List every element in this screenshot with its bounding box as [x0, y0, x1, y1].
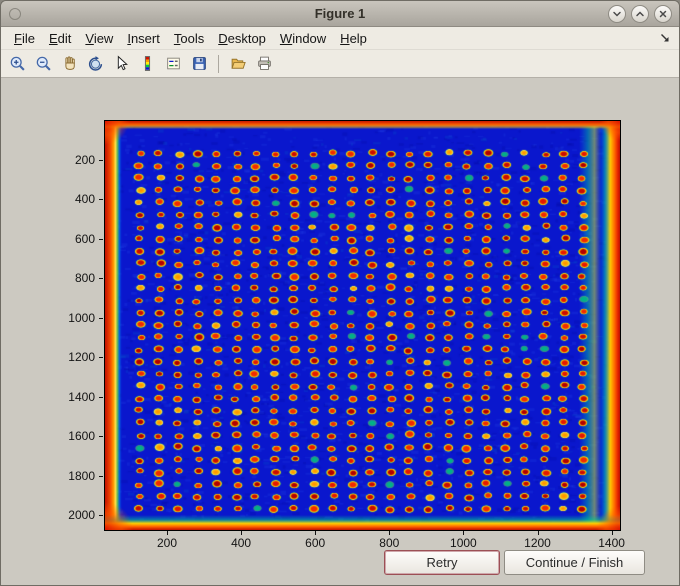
titlebar[interactable]: Figure 1: [1, 1, 679, 27]
colorbar-icon: [144, 56, 150, 71]
save-figure-button[interactable]: [187, 52, 211, 75]
plot-area: [104, 120, 621, 531]
data-cursor-icon: [117, 55, 128, 71]
y-tick-mark: [99, 475, 103, 477]
x-tick-mark: [315, 531, 317, 535]
y-tick-label: 1200: [68, 350, 95, 365]
insert-colorbar-button[interactable]: [135, 52, 159, 75]
y-tick-label: 200: [74, 152, 95, 167]
y-tick-mark: [99, 436, 103, 438]
dock-arrow-icon: [661, 34, 669, 42]
y-tick-mark: [99, 515, 103, 517]
y-tick-label: 800: [74, 271, 95, 286]
window-title: Figure 1: [314, 6, 366, 21]
menu-item-desktop[interactable]: Desktop: [211, 28, 273, 49]
menu-item-insert[interactable]: Insert: [120, 28, 167, 49]
y-tick-label: 1400: [68, 389, 95, 404]
open-folder-icon: [230, 58, 246, 69]
close-button[interactable]: [654, 5, 672, 23]
x-tick-label: 1400: [598, 536, 625, 550]
zoom-out-button[interactable]: [31, 52, 55, 75]
print-figure-button[interactable]: [252, 52, 276, 75]
dock-figure-button[interactable]: [657, 30, 673, 46]
menu-item-tools[interactable]: Tools: [167, 28, 211, 49]
menubar: File Edit View Insert Tools Desktop Window Help: [1, 27, 679, 50]
continue-finish-button[interactable]: Continue / Finish: [504, 550, 645, 575]
data-cursor-button[interactable]: [109, 52, 133, 75]
open-file-button[interactable]: [226, 52, 250, 75]
insert-legend-button[interactable]: [161, 52, 185, 75]
printer-icon: [257, 56, 271, 70]
microarray-canvas[interactable]: [105, 121, 620, 530]
x-tick-mark: [167, 531, 168, 535]
menu-item-view[interactable]: View: [78, 28, 120, 49]
chevron-down-icon: [613, 11, 621, 17]
x-tick-mark: [241, 531, 243, 535]
save-icon: [192, 57, 206, 70]
retry-button[interactable]: Retry: [384, 550, 500, 575]
x-tick-label: 1000: [450, 536, 477, 550]
menu-item-file[interactable]: File: [7, 28, 42, 49]
pan-hand-icon: [64, 56, 75, 70]
pan-button[interactable]: [57, 52, 81, 75]
menu-item-help[interactable]: Help: [333, 28, 374, 49]
y-tick-mark: [99, 278, 103, 280]
y-tick-label: 600: [74, 231, 95, 246]
figure-content: 200 400 600 800 1000 1200 1400 200 400 600 800 1000…: [1, 78, 679, 585]
x-tick-label: 1200: [524, 536, 551, 550]
y-tick-mark: [99, 396, 103, 398]
y-tick-mark: [99, 357, 103, 359]
y-tick-label: 1000: [68, 310, 95, 325]
x-tick-mark: [611, 531, 613, 535]
x-tick-label: 600: [305, 536, 326, 550]
x-tick-mark: [463, 531, 465, 535]
toolbar-separator: [218, 54, 219, 73]
y-tick-mark: [99, 159, 103, 161]
menu-item-edit[interactable]: Edit: [42, 28, 78, 49]
figure-window: Figure 1 File Edit View Insert Tools Desktop W…: [0, 0, 680, 586]
y-tick-label: 1600: [68, 429, 95, 444]
menu-items: File Edit View Insert Tools Desktop Window Help: [7, 28, 374, 49]
rotate-3d-button[interactable]: [83, 52, 107, 75]
y-tick-label: 1800: [68, 468, 95, 483]
chevron-up-icon: [636, 11, 644, 17]
x-tick-label: 800: [379, 536, 400, 550]
maximize-button[interactable]: [631, 5, 649, 23]
zoom-in-button[interactable]: [5, 52, 29, 75]
zoom-out-icon: [36, 56, 51, 71]
y-tick-mark: [99, 238, 103, 240]
close-icon: [659, 10, 667, 18]
y-tick-label: 400: [74, 192, 95, 206]
x-tick-mark: [537, 531, 539, 535]
figure-toolbar: [1, 50, 679, 78]
window-controls: [608, 5, 672, 23]
zoom-in-icon: [10, 56, 25, 71]
legend-icon: [166, 57, 180, 70]
y-tick-mark: [99, 317, 103, 319]
x-tick-label: 200: [156, 536, 178, 550]
rotate-3d-icon: [88, 56, 102, 71]
x-tick-mark: [389, 531, 391, 535]
menu-item-window[interactable]: Window: [273, 28, 333, 49]
minimize-button[interactable]: [608, 5, 626, 23]
y-tick-mark: [99, 199, 103, 200]
x-tick-label: 400: [231, 536, 252, 550]
y-tick-label: 2000: [68, 508, 95, 523]
